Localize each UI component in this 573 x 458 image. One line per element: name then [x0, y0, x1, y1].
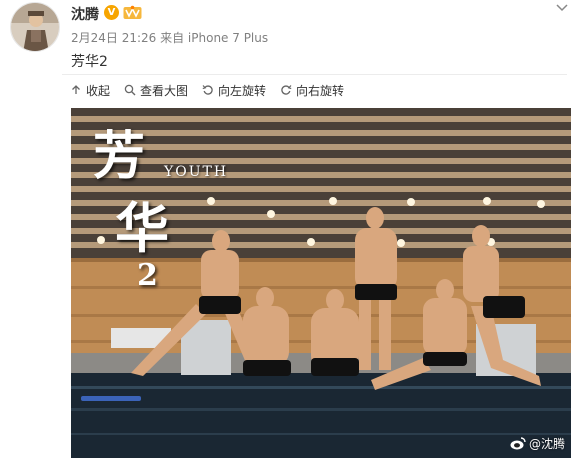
- view-large-label: 查看大图: [140, 83, 189, 98]
- post-meta: 2月24日 21:26 来自 iPhone 7 Plus: [71, 31, 269, 45]
- photo-watermark-text: @沈腾: [528, 437, 565, 451]
- photo-title-youth: YOUTH: [164, 164, 229, 180]
- rotate-left-button[interactable]: 向左旋转: [202, 82, 266, 99]
- photo-watermark: @沈腾: [510, 435, 565, 452]
- verified-icon: V: [104, 5, 119, 20]
- photo-title-char-1: 芳: [93, 126, 146, 187]
- vip-icon: [123, 5, 142, 19]
- username[interactable]: 沈腾: [71, 4, 99, 24]
- rotate-left-label: 向左旋转: [218, 83, 267, 98]
- chevron-down-icon[interactable]: [555, 3, 569, 13]
- photo-title-char-2: 华: [115, 196, 169, 260]
- media-toolbar: 收起 查看大图 向左旋转 向右旋转: [62, 74, 567, 105]
- post-caption: 芳华2: [71, 54, 108, 70]
- collapse-icon: [72, 85, 80, 94]
- rotate-right-label: 向右旋转: [296, 83, 345, 98]
- view-large-button[interactable]: 查看大图: [124, 82, 188, 99]
- collapse-button[interactable]: 收起: [70, 82, 110, 99]
- rotate-left-icon: [202, 85, 213, 95]
- collapse-label: 收起: [86, 83, 111, 98]
- rotate-right-button[interactable]: 向右旋转: [280, 82, 344, 99]
- weibo-icon: [510, 437, 526, 450]
- zoom-icon: [124, 84, 136, 96]
- weibo-post: 沈腾 V 2月24日 21:26 来自 iPhone 7 Plus 芳华2 收起…: [0, 0, 573, 458]
- avatar[interactable]: [10, 2, 60, 52]
- post-photo[interactable]: 芳 YOUTH 华 2 @沈腾: [71, 108, 571, 458]
- rotate-right-icon: [281, 85, 292, 95]
- photo-title-char-3: 2: [137, 258, 158, 293]
